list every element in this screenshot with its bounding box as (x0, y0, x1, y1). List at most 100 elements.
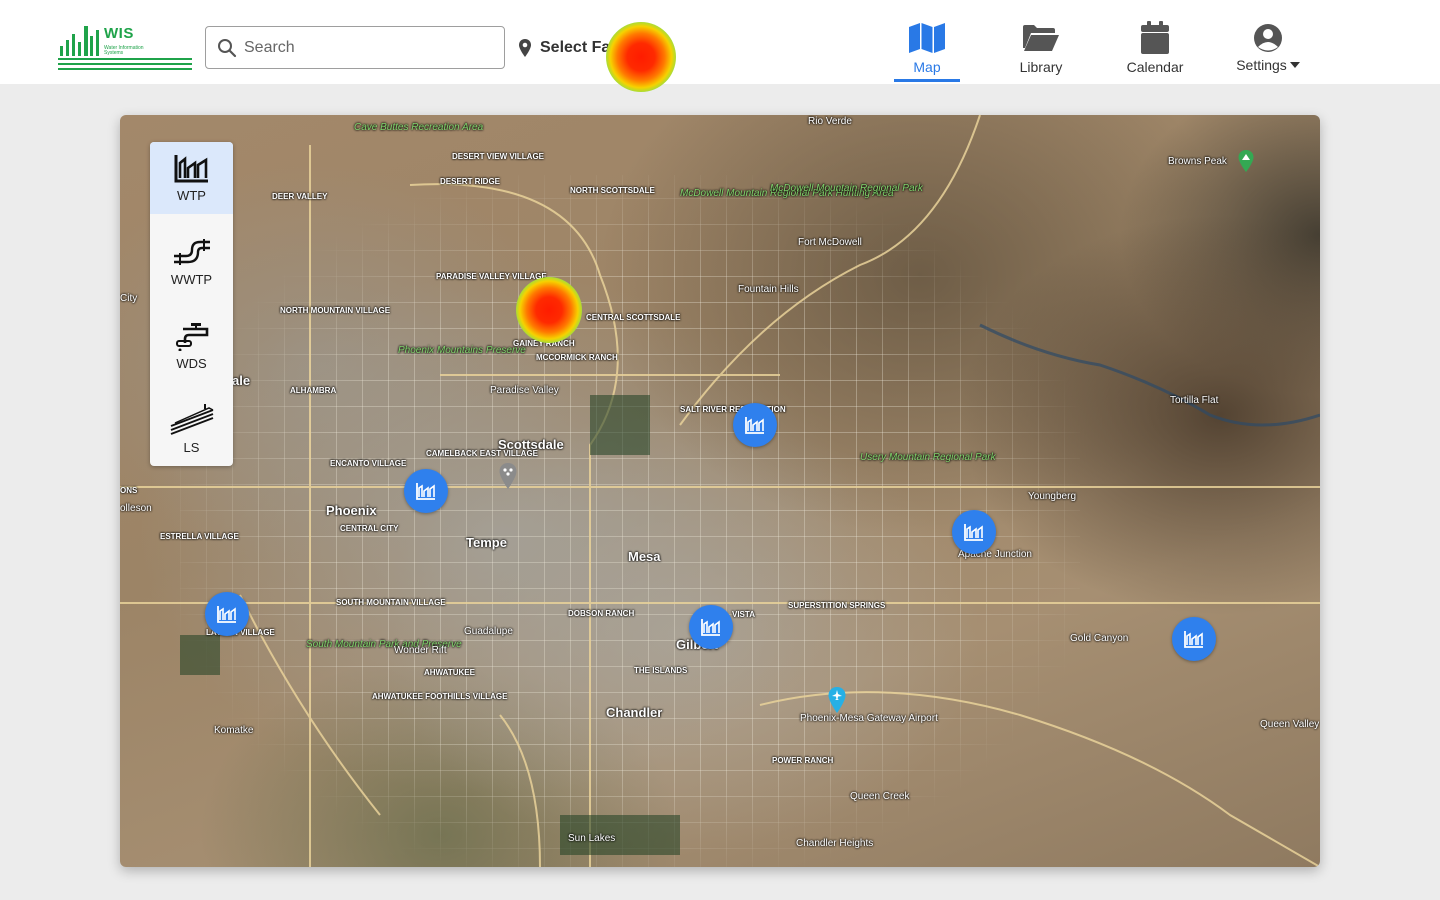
water-faucet-icon (175, 323, 208, 351)
nav-map[interactable]: Map (894, 22, 960, 82)
map-label-usery-park: Usery Mountain Regional Park (860, 452, 996, 463)
wastewater-pipe-icon (173, 239, 210, 265)
nav-settings[interactable]: Settings (1232, 22, 1304, 82)
map-icon (909, 23, 945, 53)
settings-text: Settings (1236, 57, 1287, 73)
facility-type-label: WDS (176, 356, 207, 371)
search-icon (218, 39, 237, 58)
search-input[interactable] (244, 28, 494, 67)
map-label-youngberg: Youngberg (1028, 491, 1077, 502)
satellite-map[interactable]: Cave Buttes Recreation Area DESERT VIEW … (120, 115, 1320, 867)
map-label-fort-mcdowell: Fort McDowell (798, 237, 862, 248)
map-label-north-scottsdale: NORTH SCOTTSDALE (570, 186, 655, 195)
caret-down-icon (1289, 62, 1300, 68)
map-label-airport: Phoenix-Mesa Gateway Airport (800, 713, 938, 724)
map-label-central-scottsdale: CENTRAL SCOTTSDALE (586, 313, 681, 322)
nav-calendar-label: Calendar (1126, 59, 1184, 75)
map-label-guadalupe: Guadalupe (464, 626, 513, 637)
peak-pin-icon[interactable] (1238, 150, 1254, 172)
active-tab-indicator (894, 79, 960, 82)
facility-type-panel: WTP WWTP WDS LS (150, 142, 233, 466)
map-label-superstition-springs: SUPERSTITION SPRINGS (788, 601, 886, 610)
facility-type-label: WWTP (170, 272, 213, 287)
map-label-mcdowell-park: McDowell Mountain Regional Park (770, 183, 923, 194)
map-label-fountain-hills: Fountain Hills (738, 284, 799, 295)
facility-marker-1[interactable] (733, 403, 777, 447)
map-label-vista: VISTA (732, 610, 755, 619)
map-label-ahwatukee-foothills: AHWATUKEE FOOTHILLS VILLAGE (372, 692, 508, 701)
map-label-queen-valley: Queen Valley (1260, 719, 1320, 730)
map-label-paradise-valley: Paradise Valley (490, 385, 559, 396)
map-label-city: City (120, 293, 138, 304)
water-treatment-plant-icon (217, 606, 236, 623)
map-label-olleson: olleson (120, 503, 152, 514)
map-label-wonder-rift: Wonder Rift (394, 645, 447, 656)
map-label-the-islands: THE ISLANDS (634, 666, 688, 675)
facility-marker-3[interactable] (952, 510, 996, 554)
map-label-chandler: Chandler (606, 705, 663, 720)
facility-type-wds[interactable]: WDS (150, 310, 233, 382)
water-treatment-plant-icon (964, 524, 983, 541)
map-label-queen-creek: Queen Creek (850, 791, 910, 802)
wis-logo[interactable]: WIS Water Information Systems (58, 22, 194, 72)
map-label-chandler-heights: Chandler Heights (796, 838, 874, 849)
map-label-sun-lakes: Sun Lakes (568, 833, 616, 844)
water-treatment-plant-icon (745, 417, 764, 434)
map-label-alhambra: ALHAMBRA (290, 386, 337, 395)
map-label-gold-canyon: Gold Canyon (1070, 633, 1129, 644)
map-label-browns-peak: Browns Peak (1168, 156, 1227, 167)
calendar-icon (1141, 21, 1169, 54)
facility-type-wtp[interactable]: WTP (150, 142, 233, 214)
map-label-encanto: ENCANTO VILLAGE (330, 459, 407, 468)
top-header: WIS Water Information Systems Select Fac… (0, 0, 1440, 92)
facility-marker-4[interactable] (205, 592, 249, 636)
map-label-desert-ridge: DESERT RIDGE (440, 177, 501, 186)
folder-open-icon (1023, 25, 1059, 51)
facility-type-ls[interactable]: LS (150, 394, 233, 466)
location-pin-icon (519, 39, 531, 57)
map-label-tempe: Tempe (466, 535, 507, 550)
map-label-south-mountain-village: SOUTH MOUNTAIN VILLAGE (336, 598, 446, 607)
water-treatment-plant-icon (701, 619, 720, 636)
map-label-power-ranch: POWER RANCH (772, 756, 834, 765)
nav-library-label: Library (1019, 59, 1063, 75)
logo-subtitle: Water Information Systems (104, 45, 144, 56)
facility-marker-2[interactable] (404, 469, 448, 513)
heatmap-blob[interactable] (516, 277, 582, 343)
map-label-cave-buttes: Cave Buttes Recreation Area (354, 122, 484, 133)
map-label-ahwatukee: AHWATUKEE (424, 668, 475, 677)
map-label-mesa: Mesa (628, 549, 661, 564)
water-treatment-plant-icon (174, 155, 208, 183)
map-label-dobson-ranch: DOBSON RANCH (568, 609, 635, 618)
nav-calendar[interactable]: Calendar (1122, 21, 1188, 82)
water-treatment-plant-icon (416, 483, 435, 500)
nav-library[interactable]: Library (1010, 22, 1072, 82)
facility-marker-6[interactable] (1172, 617, 1216, 661)
poi-pin-icon[interactable] (499, 463, 517, 489)
map-label-mccormick-ranch: MCCORMICK RANCH (536, 353, 618, 362)
search-box[interactable] (205, 26, 505, 69)
facility-marker-5[interactable] (689, 605, 733, 649)
nav-map-label: Map (913, 59, 941, 75)
facility-type-label: LS (183, 440, 200, 455)
map-label-ale: ale (232, 373, 251, 388)
map-label-central-city: CENTRAL CITY (340, 524, 399, 533)
logo-title: WIS (104, 25, 134, 42)
map-label-phoenix-mountains: Phoenix Mountains Preserve (398, 345, 526, 356)
heatmap-blob-overlay (606, 22, 676, 92)
airport-pin-icon[interactable] (828, 687, 846, 713)
map-label-north-mountain: NORTH MOUNTAIN VILLAGE (280, 306, 391, 315)
road-network (120, 115, 1320, 867)
map-label-deer-valley: DEER VALLEY (272, 192, 328, 201)
map-label-camelback: CAMELBACK EAST VILLAGE (426, 449, 538, 458)
facility-type-wwtp[interactable]: WWTP (150, 226, 233, 298)
lift-station-icon (170, 404, 213, 435)
map-label-phoenix: Phoenix (326, 503, 377, 518)
map-label-desert-view: DESERT VIEW VILLAGE (452, 152, 545, 161)
facility-type-label: WTP (177, 188, 206, 203)
map-label-tortilla-flat: Tortilla Flat (1170, 395, 1219, 406)
map-label-paradise-valley-village: PARADISE VALLEY VILLAGE (436, 272, 547, 281)
nav-settings-label: Settings (1236, 57, 1300, 73)
user-account-icon (1254, 24, 1282, 52)
water-treatment-plant-icon (1184, 631, 1203, 648)
